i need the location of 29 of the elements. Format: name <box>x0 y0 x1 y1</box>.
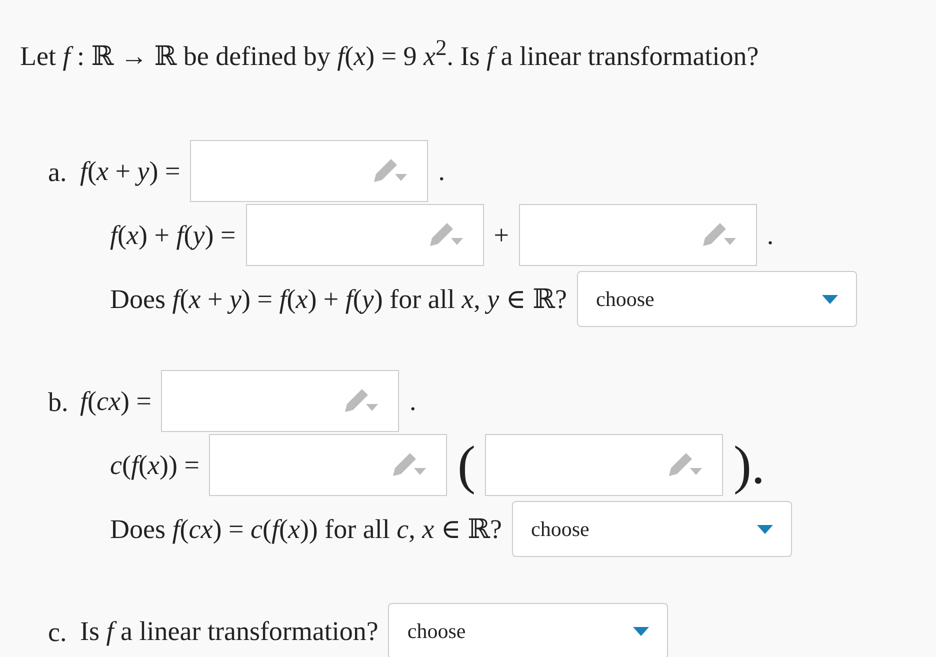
answer-field[interactable] <box>190 140 428 202</box>
parenthesis: ). <box>733 435 765 495</box>
answer-field[interactable] <box>246 204 484 266</box>
math-text: . <box>409 386 416 416</box>
answer-field[interactable] <box>485 434 724 496</box>
math-text: Is f a linear transformation? <box>80 616 378 646</box>
math-text: . <box>766 220 774 250</box>
math-text: f(x) + f(y) = <box>110 220 236 250</box>
choose-dropdown[interactable]: choose <box>388 603 668 657</box>
choose-dropdown[interactable]: choose <box>512 501 792 557</box>
part-label: c. <box>48 616 68 649</box>
caret-down-icon <box>633 626 650 636</box>
math-text: c(f(x)) = <box>110 450 200 480</box>
math-text: Does f(cx) = c(f(x)) for all c, x ∈ ℝ? <box>110 514 502 544</box>
answer-field[interactable] <box>209 434 448 496</box>
caret-down-icon <box>822 294 838 304</box>
math-text: + <box>494 220 509 250</box>
math-text: f(x + y) = <box>80 156 180 186</box>
part-label: a. <box>48 156 68 189</box>
math-text: Does f(x + y) = f(x) + f(y) for all x, y ∈ ℝ? <box>110 284 568 314</box>
answer-field[interactable] <box>161 370 400 432</box>
choose-dropdown[interactable]: choose <box>577 271 858 327</box>
parenthesis: ( <box>457 435 476 495</box>
caret-down-icon <box>757 524 774 534</box>
answer-field[interactable] <box>518 204 757 266</box>
math-text: . <box>438 156 445 186</box>
question-text: Let f : ℝ → ℝ be defined by f(x) = 9 x$^{2}$. Is f a linear transformation? <box>20 34 760 73</box>
part-label: b. <box>48 386 70 419</box>
math-text: f(cx) = <box>80 386 152 416</box>
